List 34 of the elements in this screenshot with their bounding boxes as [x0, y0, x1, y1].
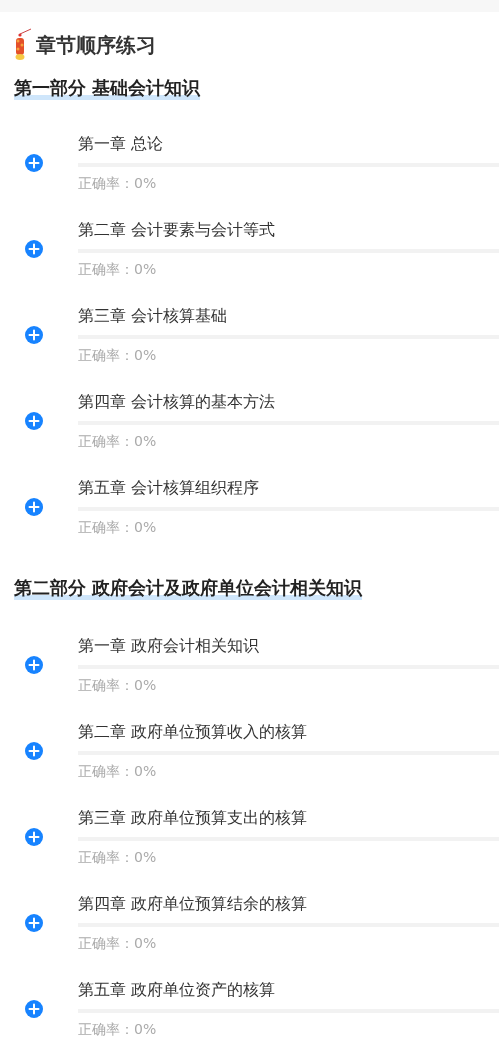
- accuracy-label: 正确率：0%: [78, 676, 158, 695]
- chapter-title[interactable]: 第五章 政府单位资产的核算: [78, 979, 499, 1001]
- accuracy-label: 正确率：0%: [78, 432, 158, 451]
- accuracy-label: 正确率：0%: [78, 848, 158, 867]
- add-icon[interactable]: [25, 326, 43, 344]
- accuracy-label: 正确率：0%: [78, 1020, 158, 1039]
- section-heading: 第一部分 基础会计知识: [14, 76, 201, 100]
- accuracy-label: 正确率：0%: [78, 346, 158, 365]
- accuracy-label: 正确率：0%: [78, 174, 158, 193]
- accuracy-label: 正确率：0%: [78, 762, 158, 781]
- add-icon[interactable]: [25, 656, 43, 674]
- chapter-title[interactable]: 第五章 会计核算组织程序: [78, 477, 499, 499]
- accuracy-label: 正确率：0%: [78, 260, 158, 279]
- chapter-title[interactable]: 第四章 政府单位预算结余的核算: [78, 893, 499, 915]
- accuracy-label: 正确率：0%: [78, 934, 158, 953]
- chapter-title[interactable]: 第三章 会计核算基础: [78, 305, 499, 327]
- add-icon[interactable]: [25, 412, 43, 430]
- add-icon[interactable]: [25, 828, 43, 846]
- add-icon[interactable]: [25, 240, 43, 258]
- firecracker-icon: [14, 28, 32, 62]
- add-icon[interactable]: [25, 742, 43, 760]
- chapter-title[interactable]: 第一章 政府会计相关知识: [78, 635, 499, 657]
- accuracy-label: 正确率：0%: [78, 518, 158, 537]
- chapter-title[interactable]: 第一章 总论: [78, 133, 499, 155]
- page-title: 章节顺序练习: [36, 31, 156, 59]
- chapter-title[interactable]: 第二章 政府单位预算收入的核算: [78, 721, 499, 743]
- chapter-title[interactable]: 第四章 会计核算的基本方法: [78, 391, 499, 413]
- chapter-title[interactable]: 第三章 政府单位预算支出的核算: [78, 807, 499, 829]
- chapter-title[interactable]: 第二章 会计要素与会计等式: [78, 219, 499, 241]
- add-icon[interactable]: [25, 1000, 43, 1018]
- add-icon[interactable]: [25, 498, 43, 516]
- section-heading: 第二部分 政府会计及政府单位会计相关知识: [14, 576, 363, 600]
- add-icon[interactable]: [25, 914, 43, 932]
- add-icon[interactable]: [25, 154, 43, 172]
